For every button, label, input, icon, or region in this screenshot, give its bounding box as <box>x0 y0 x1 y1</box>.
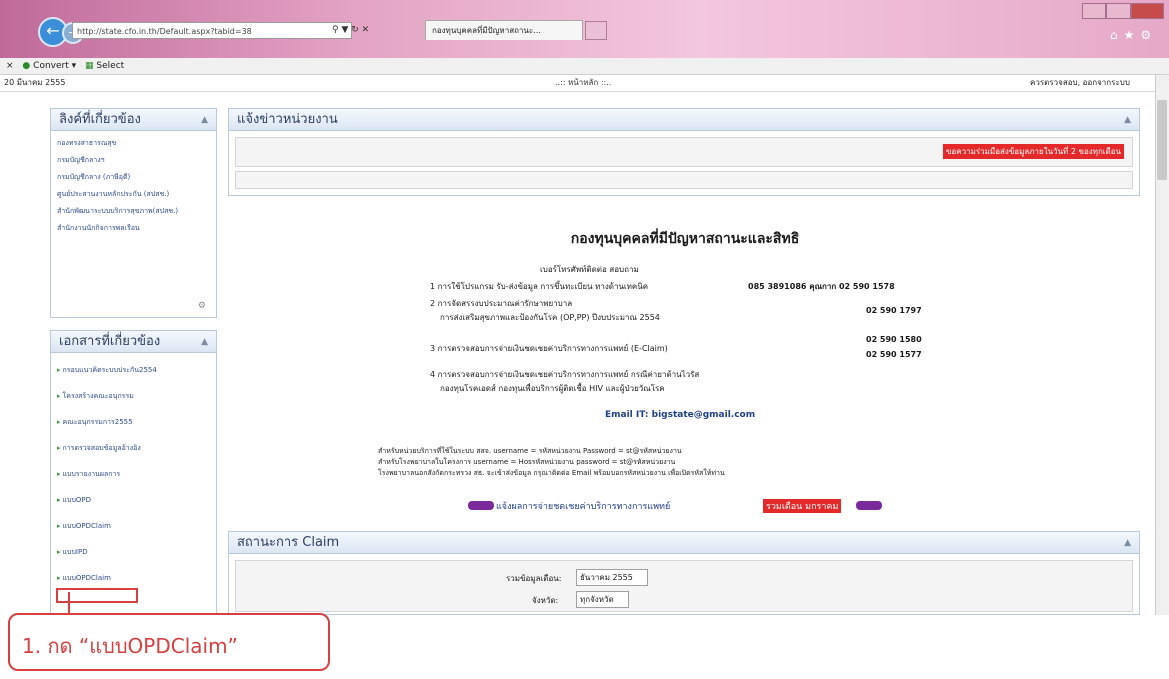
news-header: แจ้งข่าวหน่วยงาน ▲ <box>229 109 1139 131</box>
document-link[interactable]: การตรวจสอบข้อมูลอ้างอิง <box>57 435 210 461</box>
new-badge-icon <box>468 501 494 510</box>
contact-2-label: 2 การจัดสรรงบประมาณค่ารักษาพยาบาล <box>430 299 573 308</box>
more-icon[interactable]: ⚙ <box>198 301 206 311</box>
minimize-button[interactable] <box>1082 3 1107 19</box>
new-tab-button[interactable] <box>585 21 607 40</box>
contact-title: เบอร์โทรศัพท์ติดต่อ สอบถาม <box>540 265 639 274</box>
browser-tab[interactable]: กองทุนบุคคลที่มีปัญหาสถานะ... <box>425 20 583 40</box>
contact-3-phone: 02 590 1580 <box>866 335 922 344</box>
collapse-icon[interactable]: ▲ <box>1124 109 1131 131</box>
new-badge-icon <box>856 501 882 510</box>
credential-line-3: โรงพยาบาลนอกสังกัดกระทรวง สธ. จะเข้าส่งข… <box>378 469 725 477</box>
documents-header: เอกสารที่เกี่ยวข้อง ▲ <box>51 331 216 353</box>
convert-button[interactable]: Convert <box>33 61 69 71</box>
collapse-icon[interactable]: ▲ <box>201 331 208 353</box>
document-link[interactable]: แบบรายงานผลการ <box>57 461 210 487</box>
maximize-button[interactable] <box>1106 3 1131 19</box>
scrollbar-thumb[interactable] <box>1157 100 1167 180</box>
related-link[interactable]: ศูนย์ประสานงานหลักประกัน (สปสช.) <box>57 186 210 203</box>
month-select[interactable]: ธันวาคม 2555 <box>576 569 648 586</box>
documents-panel: เอกสารที่เกี่ยวข้อง ▲ กรอบแนวคิดระบบประก… <box>50 330 217 615</box>
main-heading: กองทุนบุคคลที่มีปัญหาสถานะและสิทธิ <box>570 231 800 247</box>
news-title: แจ้งข่าวหน่วยงาน <box>237 112 338 127</box>
contact-2-sub: การส่งเสริมสุขภาพและป้องกันโรค (OP,PP) ป… <box>440 313 660 322</box>
related-links-title: ลิงค์ที่เกี่ยวข้อง <box>59 112 141 127</box>
related-link[interactable]: สำนักงานนักกิจการพลเรือน <box>57 220 210 237</box>
email-text[interactable]: Email IT: bigstate@gmail.com <box>605 410 755 420</box>
home-link[interactable]: ..:: หน้าหลัก ::.. <box>555 75 611 91</box>
select-button[interactable]: Select <box>96 61 124 71</box>
news-banner[interactable]: ขอความร่วมมือส่งข้อมูลภายในวันที่ 2 ของท… <box>943 144 1124 159</box>
documents-title: เอกสารที่เกี่ยวข้อง <box>59 334 161 349</box>
contact-4-sub: กองทุนโรคเอดส์ กองทุนเพื่อบริการผู้ติดเช… <box>440 384 665 393</box>
callout-text: 1. กด “แบบOPDClaim” <box>22 634 238 658</box>
window-controls[interactable] <box>1082 3 1165 19</box>
contact-1-label: 1 การใช้โปรแกรม รับ-ส่งข้อมูล การขึ้นทะเ… <box>430 282 649 291</box>
document-link[interactable]: โครงสร้างคณะอนุกรรม <box>57 383 210 409</box>
news-marquee: ขอความร่วมมือส่งข้อมูลภายในวันที่ 2 ของท… <box>235 137 1133 167</box>
contact-2-phone: 02 590 1797 <box>866 306 922 315</box>
news-strip <box>235 171 1133 189</box>
announcement-tag[interactable]: รวมเดือน มกราคม <box>763 499 842 513</box>
convert-dropdown-icon[interactable]: ▾ <box>72 61 77 71</box>
close-cmdbar-icon[interactable]: × <box>6 61 14 71</box>
convert-icon: ● <box>22 61 31 71</box>
related-link[interactable]: กรมบัญชีกลางฯ <box>57 152 210 169</box>
province-label: จังหวัด: <box>532 596 559 605</box>
announcement-link[interactable]: แจ้งผลการจ่ายชดเชยค่าบริการทางการแพทย์ <box>496 499 670 513</box>
address-bar[interactable]: http://state.cfo.in.th/Default.aspx?tabi… <box>72 22 352 39</box>
address-controls[interactable]: ⚲ ▼ ↻ ✕ <box>332 22 412 39</box>
contact-1-phone: 085 3891086 คุณกาก 02 590 1578 <box>748 282 895 291</box>
callout-pointer <box>68 592 70 614</box>
related-link[interactable]: กรมบัญชีกลาง (ภาษีอุดี) <box>57 169 210 186</box>
claims-filter-area: รวมข้อมูลเดือน: ธันวาคม 2555 จังหวัด: ทุ… <box>235 560 1133 612</box>
credential-line-2: สำหรับโรงพยาบาลในโครงการ username = Hosร… <box>378 458 676 466</box>
collapse-icon[interactable]: ▲ <box>1124 532 1131 554</box>
related-link[interactable]: กองทรงสาธารณสุข <box>57 135 210 152</box>
document-link[interactable]: กรอบแนวคิดระบบประกัน2554 <box>57 357 210 383</box>
document-link[interactable]: แบบOPD <box>57 487 210 513</box>
contact-3-phone-2: 02 590 1577 <box>866 350 922 359</box>
news-panel: แจ้งข่าวหน่วยงาน ▲ ขอความร่วมมือส่งข้อมู… <box>228 108 1140 196</box>
contact-4-label: 4 การตรวจสอบการจ่ายเงินชดเชยค่าบริการทาง… <box>430 370 700 379</box>
related-link[interactable]: สำนักพัฒนาระบบบริการสุขภาพ(สปสช.) <box>57 203 210 220</box>
related-links-header: ลิงค์ที่เกี่ยวข้อง ▲ <box>51 109 216 131</box>
command-bar: × ● Convert ▾ ▦ Select <box>0 58 1169 75</box>
collapse-icon[interactable]: ▲ <box>201 109 208 131</box>
user-links[interactable]: ควรตรวจสอบ, ออกจากระบบ <box>1030 75 1130 91</box>
claims-panel: สถานะการ Claim ▲ รวมข้อมูลเดือน: ธันวาคม… <box>228 531 1140 615</box>
page-date: 20 มีนาคม 2555 <box>4 78 66 87</box>
page-top-line: 20 มีนาคม 2555 ..:: หน้าหลัก ::.. ควรตรว… <box>0 75 1155 92</box>
document-link[interactable]: แบบIPD <box>57 539 210 565</box>
select-icon: ▦ <box>85 61 94 71</box>
close-button[interactable] <box>1130 3 1165 19</box>
month-label: รวมข้อมูลเดือน: <box>506 574 562 583</box>
browser-tools-icons[interactable]: ⌂★⚙ <box>1110 28 1157 42</box>
document-link[interactable]: แบบOPDClaim <box>57 513 210 539</box>
contact-3-label: 3 การตรวจสอบการจ่ายเงินชดเชยค่าบริการทาง… <box>430 344 668 353</box>
related-links-panel: ลิงค์ที่เกี่ยวข้อง ▲ กองทรงสาธารณสุข กรม… <box>50 108 217 318</box>
credential-line-1: สำหรับหน่วยบริการที่ใช้ในระบบ สสจ. usern… <box>378 447 682 455</box>
document-link[interactable]: คณะอนุกรรมการ2555 <box>57 409 210 435</box>
claims-title: สถานะการ Claim <box>237 535 340 550</box>
province-select[interactable]: ทุกจังหวัด <box>576 591 629 608</box>
claims-header: สถานะการ Claim ▲ <box>229 532 1139 554</box>
